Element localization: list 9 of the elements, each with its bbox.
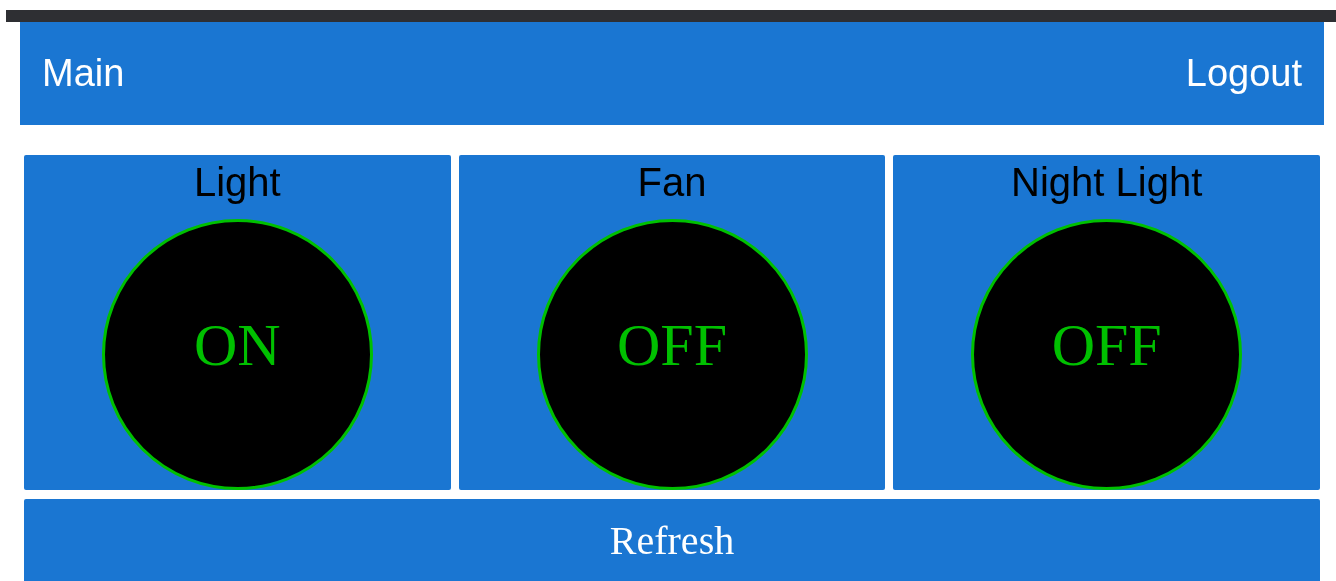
device-label: Night Light	[1011, 159, 1203, 205]
toggle-button[interactable]: ON	[101, 219, 373, 490]
page-title: Main	[42, 52, 125, 95]
device-label: Light	[193, 159, 281, 205]
logout-link[interactable]: Logout	[1185, 52, 1302, 95]
toggle-button[interactable]: OFF	[971, 219, 1243, 490]
refresh-button[interactable]: Refresh	[24, 499, 1320, 581]
device-label: Fan	[637, 159, 707, 205]
toggle-button[interactable]: OFF	[536, 219, 808, 490]
